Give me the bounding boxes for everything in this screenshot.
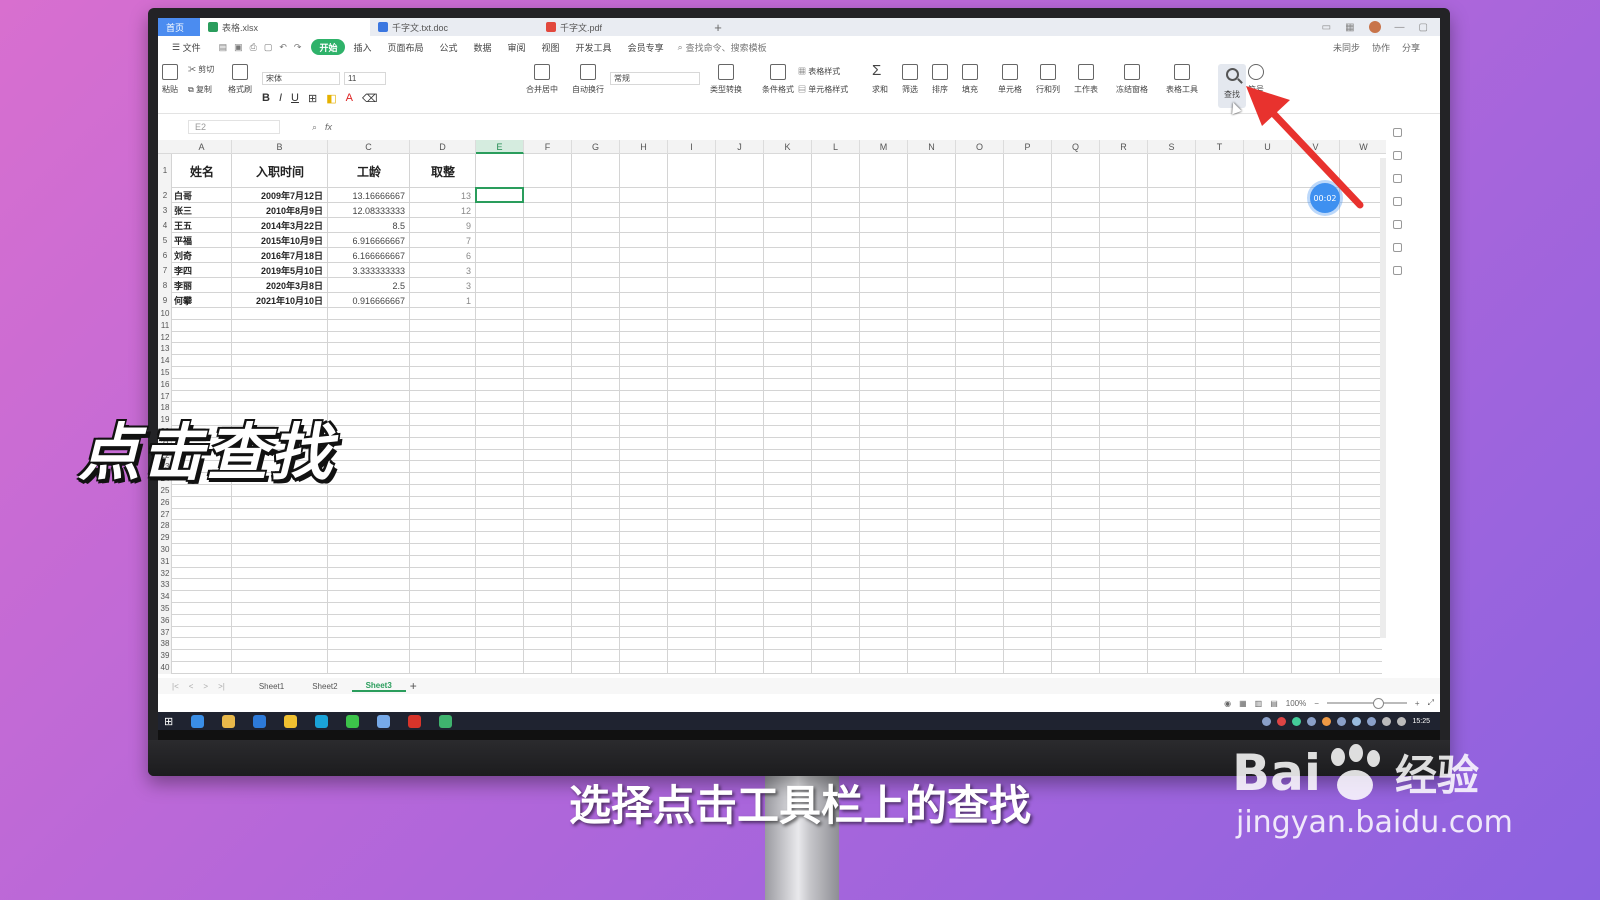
baidu-watermark: Bai 经验 jingyan.baidu.com [1232,742,1513,840]
paw-logo-icon [1325,743,1387,802]
watermark-url: jingyan.baidu.com [1236,805,1513,840]
watermark-brand-b: 经验 [1395,751,1480,800]
watermark-brand-a: Bai [1232,743,1321,802]
overlay-title: 点击查找 [78,416,335,489]
watermark-brand: Bai 经验 [1232,742,1513,803]
arrow-shaft [1268,108,1364,209]
